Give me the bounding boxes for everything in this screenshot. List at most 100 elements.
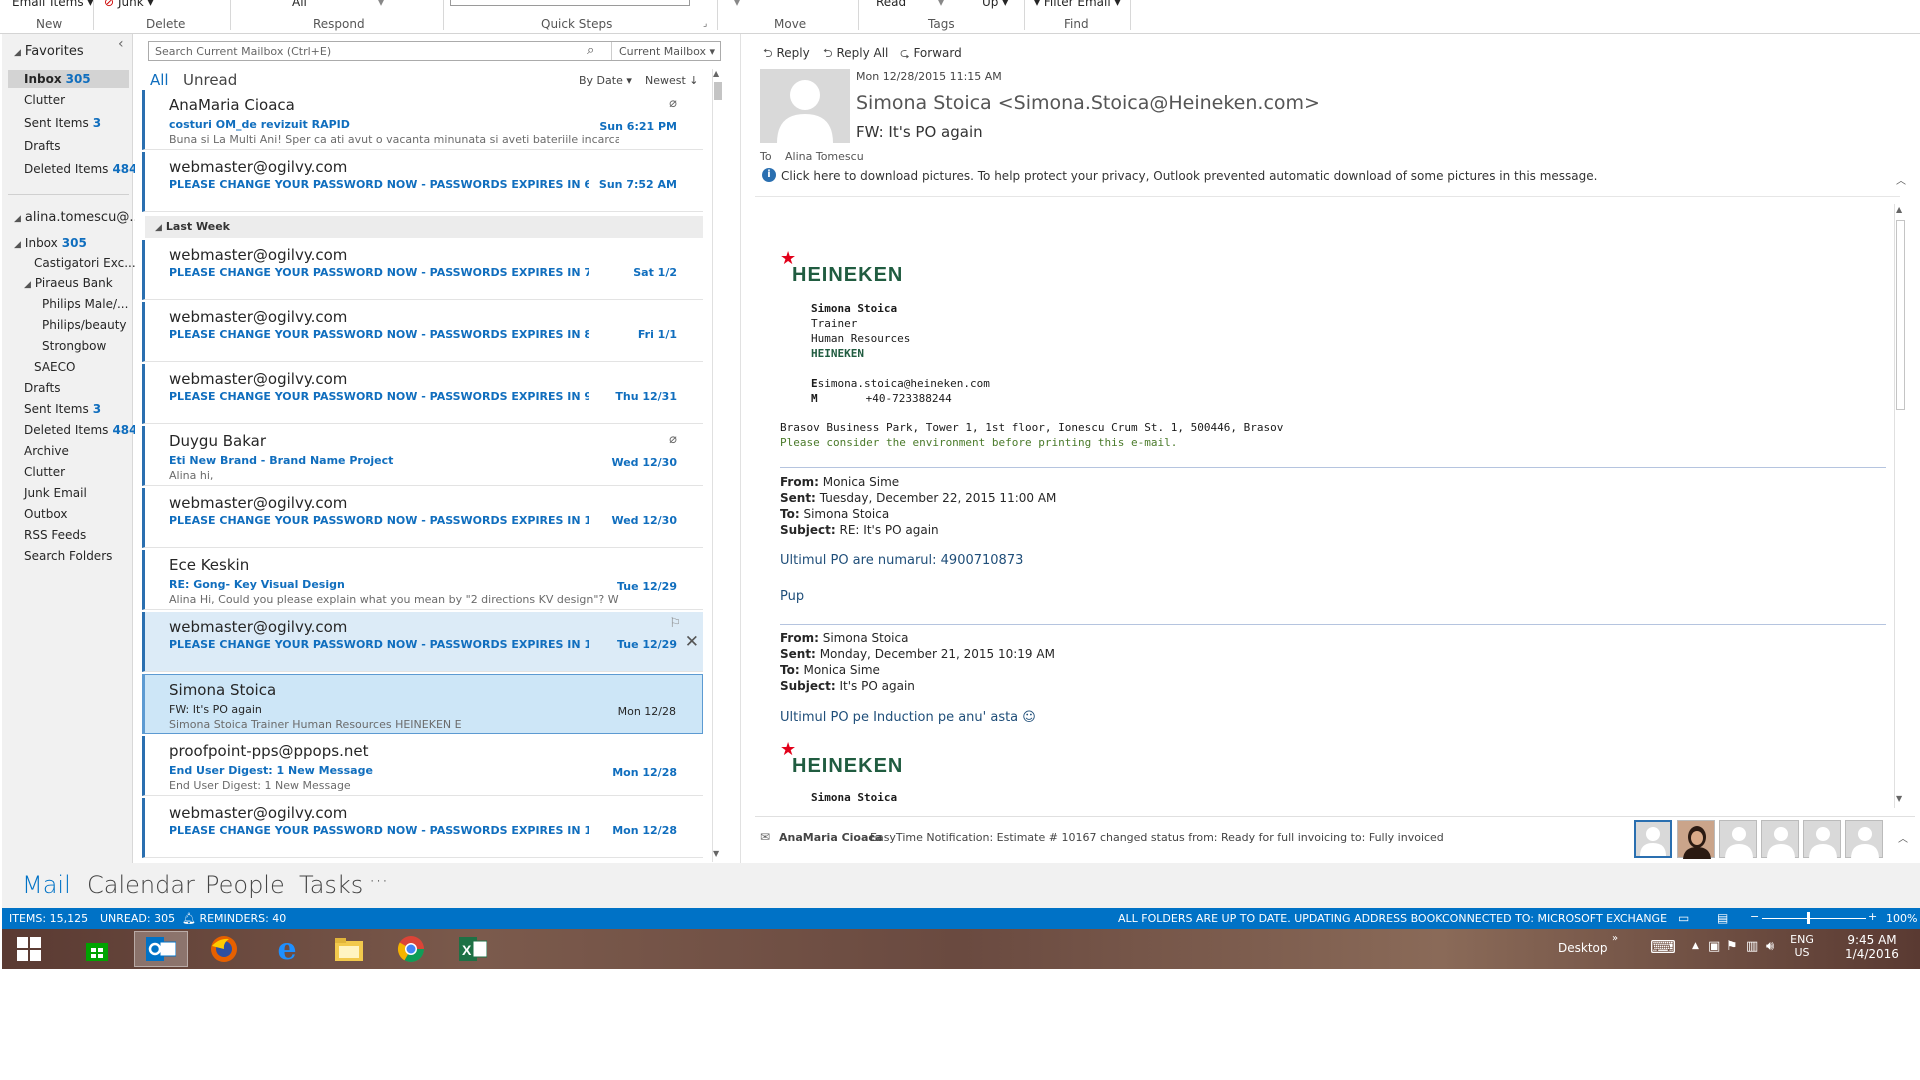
chrome-app-icon[interactable] <box>384 931 438 967</box>
normal-view-icon[interactable]: ▭ <box>1678 911 1689 925</box>
read-unread-button[interactable]: Read <box>876 0 906 9</box>
new-email-button[interactable]: Email <box>12 0 45 9</box>
message-sender-header[interactable]: Simona Stoica <Simona.Stoica@Heineken.co… <box>856 92 1320 114</box>
zoom-in-button[interactable]: + <box>1868 910 1877 923</box>
folder-deleted-items[interactable]: Deleted Items 484 <box>24 423 138 437</box>
sort-by-date-dropdown[interactable]: By Date ▾ <box>579 74 632 87</box>
fav-inbox[interactable]: Inbox 305 <box>24 72 91 86</box>
categorize-dropdown[interactable]: ▾ <box>938 0 944 9</box>
avatar[interactable] <box>1719 820 1757 859</box>
folder-strongbow[interactable]: Strongbow <box>42 339 106 353</box>
favorites-header[interactable]: ◢ Favorites <box>14 44 84 59</box>
show-hidden-icons-icon[interactable]: ▲ <box>1692 941 1699 951</box>
sort-order-toggle[interactable]: Newest ↓ <box>645 74 699 87</box>
forward-button[interactable]: ⮎ Forward <box>900 44 962 65</box>
folder-drafts[interactable]: Drafts <box>24 381 61 395</box>
delete-icon[interactable]: ✕ <box>685 632 699 652</box>
start-button[interactable] <box>2 931 56 967</box>
collapse-pane-icon[interactable]: ‹ <box>118 36 124 52</box>
avatar[interactable] <box>1803 820 1841 859</box>
avatar[interactable] <box>1845 820 1883 859</box>
message-row[interactable]: webmaster@ogilvy.com PLEASE CHANGE YOUR … <box>142 364 703 424</box>
message-row[interactable]: webmaster@ogilvy.com PLEASE CHANGE YOUR … <box>142 488 703 548</box>
collapse-triangle-icon[interactable]: ◢ <box>155 223 162 233</box>
message-row[interactable]: Duygu Bakar ⌀ Eti New Brand - Brand Name… <box>142 426 703 486</box>
message-row[interactable]: proofpoint-pps@ppops.net End User Digest… <box>142 736 703 796</box>
quick-steps-launcher-icon[interactable]: ⌟ <box>703 19 707 29</box>
device-icon[interactable]: ▣ <box>1708 939 1720 954</box>
status-connection[interactable]: CONNECTED TO: MICROSOFT EXCHANGE <box>1442 912 1667 925</box>
junk-button[interactable]: Junk ▾ <box>118 0 154 9</box>
message-row[interactable]: webmaster@ogilvy.com PLEASE CHANGE YOUR … <box>142 302 703 362</box>
folder-castigatori[interactable]: Castigatori Exc... <box>34 256 136 270</box>
scroll-down-arrow-icon[interactable]: ▼ <box>713 849 719 858</box>
nav-more-icon[interactable]: ··· <box>369 869 388 893</box>
fav-drafts[interactable]: Drafts <box>24 139 61 153</box>
desktop-toolbar-label[interactable]: Desktop <box>1558 941 1608 955</box>
new-items-button[interactable]: Items ▾ <box>50 0 93 9</box>
folder-junk-email[interactable]: Junk Email <box>24 486 87 500</box>
nav-mail[interactable]: Mail <box>22 871 71 899</box>
recipient[interactable]: Alina Tomescu <box>785 150 864 163</box>
status-reminders[interactable]: 🔔︎ REMINDERS: 40 <box>182 912 286 925</box>
outlook-app-icon[interactable] <box>134 931 188 967</box>
collapse-triangle-icon[interactable]: ◢ <box>14 214 21 224</box>
excel-app-icon[interactable]: X <box>446 931 500 967</box>
action-center-flag-icon[interactable]: ⚑ <box>1726 939 1738 954</box>
more-respond-dropdown[interactable]: ▾ <box>378 0 384 9</box>
volume-icon[interactable]: 🔊︎ <box>1766 939 1774 954</box>
message-row-selected[interactable]: Simona Stoica FW: It's PO again Mon 12/2… <box>142 674 703 734</box>
folder-piraeus-bank[interactable]: ◢ Piraeus Bank <box>24 276 113 290</box>
message-row[interactable]: webmaster@ogilvy.com PLEASE CHANGE YOUR … <box>142 152 703 212</box>
people-bar-name[interactable]: AnaMaria Cioaca <box>779 831 882 844</box>
message-row[interactable]: Ece Keskin RE: Gong- Key Visual Design T… <box>142 550 703 610</box>
folder-clutter[interactable]: Clutter <box>24 465 65 479</box>
fav-deleted-items[interactable]: Deleted Items 484 <box>24 162 138 176</box>
message-row[interactable]: webmaster@ogilvy.com PLEASE CHANGE YOUR … <box>142 798 703 858</box>
folder-outbox[interactable]: Outbox <box>24 507 67 521</box>
flag-icon[interactable]: ⚐ <box>669 616 681 631</box>
clock[interactable]: 9:45 AM 1/4/2016 <box>1837 933 1907 961</box>
message-row[interactable]: AnaMaria Cioaca ⌀ costuri OM_de revizuit… <box>142 90 703 150</box>
collapse-triangle-icon[interactable]: ◢ <box>14 240 21 250</box>
quick-steps-gallery[interactable] <box>450 0 690 6</box>
reply-all-button[interactable]: ⮌ Reply All <box>823 44 888 65</box>
language-indicator[interactable]: ENG US <box>1787 933 1817 959</box>
message-row[interactable]: webmaster@ogilvy.com PLEASE CHANGE YOUR … <box>142 240 703 300</box>
filter-all-tab[interactable]: All <box>150 71 169 89</box>
folder-saeco[interactable]: SAECO <box>34 360 75 374</box>
sender-avatar[interactable] <box>760 69 850 143</box>
zoom-level[interactable]: 100% <box>1886 912 1917 925</box>
nav-calendar[interactable]: Calendar <box>87 871 195 899</box>
search-scope-dropdown[interactable]: Current Mailbox ▾ <box>619 45 715 58</box>
list-scrollbar[interactable] <box>712 69 723 862</box>
message-row[interactable]: webmaster@ogilvy.com ⚐ PLEASE CHANGE YOU… <box>142 612 703 672</box>
folder-philips-male[interactable]: Philips Male/... <box>42 297 128 311</box>
nav-people[interactable]: People <box>205 871 285 899</box>
expand-people-pane-icon[interactable]: ︿ <box>1898 830 1908 845</box>
store-app-icon[interactable] <box>70 931 124 967</box>
group-header-last-week[interactable]: ◢ Last Week <box>145 216 703 238</box>
reply-button[interactable]: ⮌ Reply <box>763 44 810 65</box>
zoom-slider-track[interactable] <box>1762 918 1866 919</box>
toolbar-expand-icon[interactable]: » <box>1612 933 1618 944</box>
avatar[interactable] <box>1761 820 1799 859</box>
avatar[interactable] <box>1677 820 1715 859</box>
search-input[interactable]: Search Current Mailbox (Ctrl+E) <box>155 45 331 58</box>
firefox-app-icon[interactable] <box>197 931 251 967</box>
scroll-down-arrow-icon[interactable]: ▼ <box>1896 794 1902 803</box>
collapse-triangle-icon[interactable]: ◢ <box>14 48 21 58</box>
folder-philips-beauty[interactable]: Philips/beauty <box>42 318 127 332</box>
folder-archive[interactable]: Archive <box>24 444 69 458</box>
fav-sent-items[interactable]: Sent Items 3 <box>24 116 101 130</box>
search-icon[interactable]: ⌕ <box>587 43 594 58</box>
zoom-slider-thumb[interactable] <box>1807 912 1810 924</box>
zoom-out-button[interactable]: − <box>1750 910 1759 923</box>
folder-inbox[interactable]: ◢ Inbox 305 <box>14 236 87 250</box>
nav-tasks[interactable]: Tasks <box>299 871 363 899</box>
search-box[interactable]: Search Current Mailbox (Ctrl+E) ⌕ Curren… <box>148 41 721 61</box>
account-header[interactable]: ◢ alina.tomescu@... <box>14 210 142 225</box>
fav-clutter[interactable]: Clutter <box>24 93 65 107</box>
touch-keyboard-icon[interactable]: ⌨ <box>1650 937 1676 958</box>
reply-all-meeting-button[interactable]: All <box>292 0 307 9</box>
